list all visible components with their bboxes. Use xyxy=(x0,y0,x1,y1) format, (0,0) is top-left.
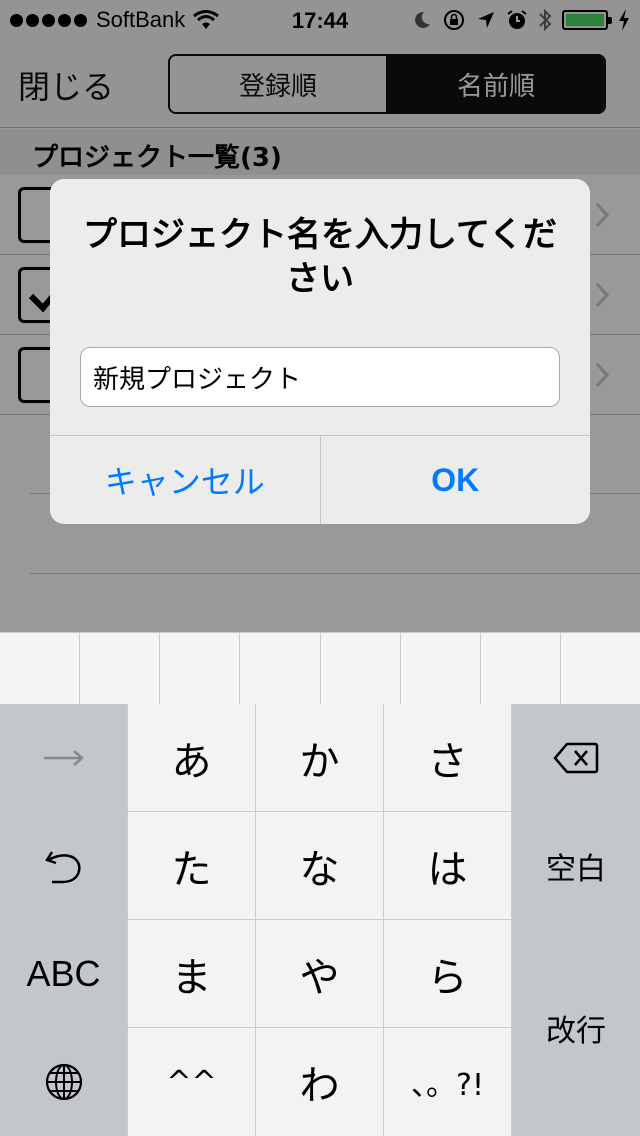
key-na[interactable]: な xyxy=(256,812,383,919)
undo-key[interactable] xyxy=(0,812,127,919)
candidate-cell[interactable] xyxy=(160,633,241,704)
globe-icon xyxy=(45,1063,82,1101)
key-a[interactable]: あ xyxy=(128,704,255,811)
candidate-cell[interactable] xyxy=(321,633,401,704)
candidate-cell[interactable] xyxy=(80,633,161,704)
project-name-input[interactable] xyxy=(80,347,560,407)
key-ta[interactable]: た xyxy=(128,812,255,919)
ok-button[interactable]: OK xyxy=(321,436,591,524)
key-ya[interactable]: や xyxy=(256,920,383,1027)
next-key[interactable] xyxy=(0,704,127,811)
candidate-cell[interactable] xyxy=(561,633,640,704)
key-kaomoji[interactable]: ^^ xyxy=(128,1028,255,1136)
candidate-cell[interactable] xyxy=(401,633,481,704)
key-ma[interactable]: ま xyxy=(128,920,255,1027)
candidate-bar xyxy=(0,632,640,704)
next-arrow-icon xyxy=(43,749,84,766)
globe-key[interactable] xyxy=(0,1028,127,1136)
space-key[interactable]: 空白 xyxy=(512,812,640,919)
candidate-cell[interactable] xyxy=(240,633,321,704)
alert-title: プロジェクト名を入力してください xyxy=(83,215,557,299)
backspace-icon xyxy=(553,742,599,773)
key-ha[interactable]: は xyxy=(384,812,511,919)
key-ka[interactable]: か xyxy=(256,704,383,811)
return-key[interactable]: 改行 xyxy=(512,920,640,1136)
key-wa[interactable]: わ xyxy=(256,1028,383,1136)
candidate-cell[interactable] xyxy=(481,633,561,704)
abc-key[interactable]: ABC xyxy=(0,920,127,1027)
key-sa[interactable]: さ xyxy=(384,704,511,811)
kana-keyboard: あ か さ た な は 空白 ABC ま や ら 改行 ^^ わ 、。?! xyxy=(0,704,640,1136)
key-punctuation[interactable]: 、。?! xyxy=(384,1028,511,1136)
backspace-key[interactable] xyxy=(512,704,640,811)
undo-icon xyxy=(44,850,81,883)
key-ra[interactable]: ら xyxy=(384,920,511,1027)
project-name-alert: プロジェクト名を入力してください キャンセル OK xyxy=(50,179,590,524)
cancel-button[interactable]: キャンセル xyxy=(50,436,321,524)
alert-buttons: キャンセル OK xyxy=(50,435,590,524)
candidate-cell[interactable] xyxy=(0,633,81,704)
